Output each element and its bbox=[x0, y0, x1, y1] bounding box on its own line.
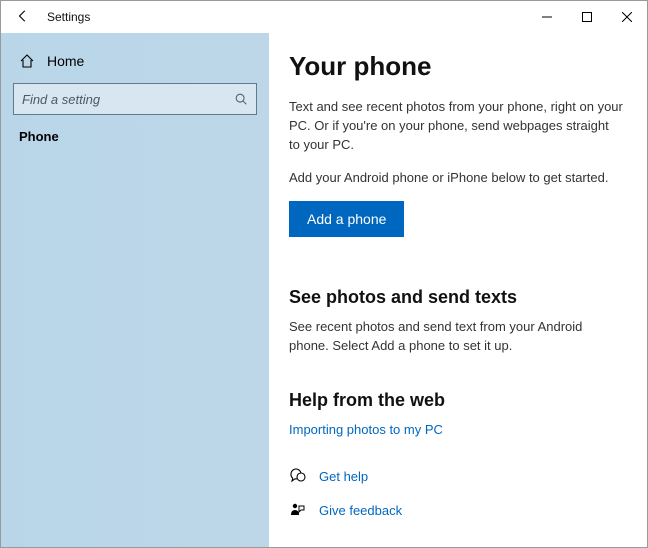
minimize-button[interactable] bbox=[527, 2, 567, 32]
get-help-link[interactable]: Get help bbox=[319, 469, 368, 484]
add-phone-button[interactable]: Add a phone bbox=[289, 201, 404, 237]
close-icon bbox=[622, 12, 632, 22]
give-feedback-row[interactable]: Give feedback bbox=[289, 501, 623, 519]
maximize-button[interactable] bbox=[567, 2, 607, 32]
search-box[interactable] bbox=[13, 83, 257, 115]
sidebar-home[interactable]: Home bbox=[13, 43, 257, 83]
page-title: Your phone bbox=[289, 51, 623, 82]
feedback-icon bbox=[289, 501, 307, 519]
get-help-row[interactable]: Get help bbox=[289, 467, 623, 485]
section-help-heading: Help from the web bbox=[289, 390, 623, 411]
search-input[interactable] bbox=[14, 92, 226, 107]
content-area: Your phone Text and see recent photos fr… bbox=[269, 33, 647, 547]
sidebar-home-label: Home bbox=[47, 53, 84, 69]
help-web-link[interactable]: Importing photos to my PC bbox=[289, 422, 443, 437]
page-desc-2: Add your Android phone or iPhone below t… bbox=[289, 169, 623, 188]
back-button[interactable] bbox=[1, 9, 45, 26]
section-photos-heading: See photos and send texts bbox=[289, 287, 623, 308]
page-desc-1: Text and see recent photos from your pho… bbox=[289, 98, 623, 155]
search-icon bbox=[226, 92, 256, 106]
sidebar-item-phone[interactable]: Phone bbox=[13, 115, 257, 158]
home-icon bbox=[19, 53, 35, 69]
chat-icon bbox=[289, 467, 307, 485]
window-title: Settings bbox=[45, 10, 90, 24]
close-button[interactable] bbox=[607, 2, 647, 32]
maximize-icon bbox=[582, 12, 592, 22]
minimize-icon bbox=[542, 12, 552, 22]
sidebar: Home Phone bbox=[1, 33, 269, 547]
give-feedback-link[interactable]: Give feedback bbox=[319, 503, 402, 518]
arrow-left-icon bbox=[16, 9, 30, 23]
section-photos-desc: See recent photos and send text from you… bbox=[289, 318, 623, 356]
